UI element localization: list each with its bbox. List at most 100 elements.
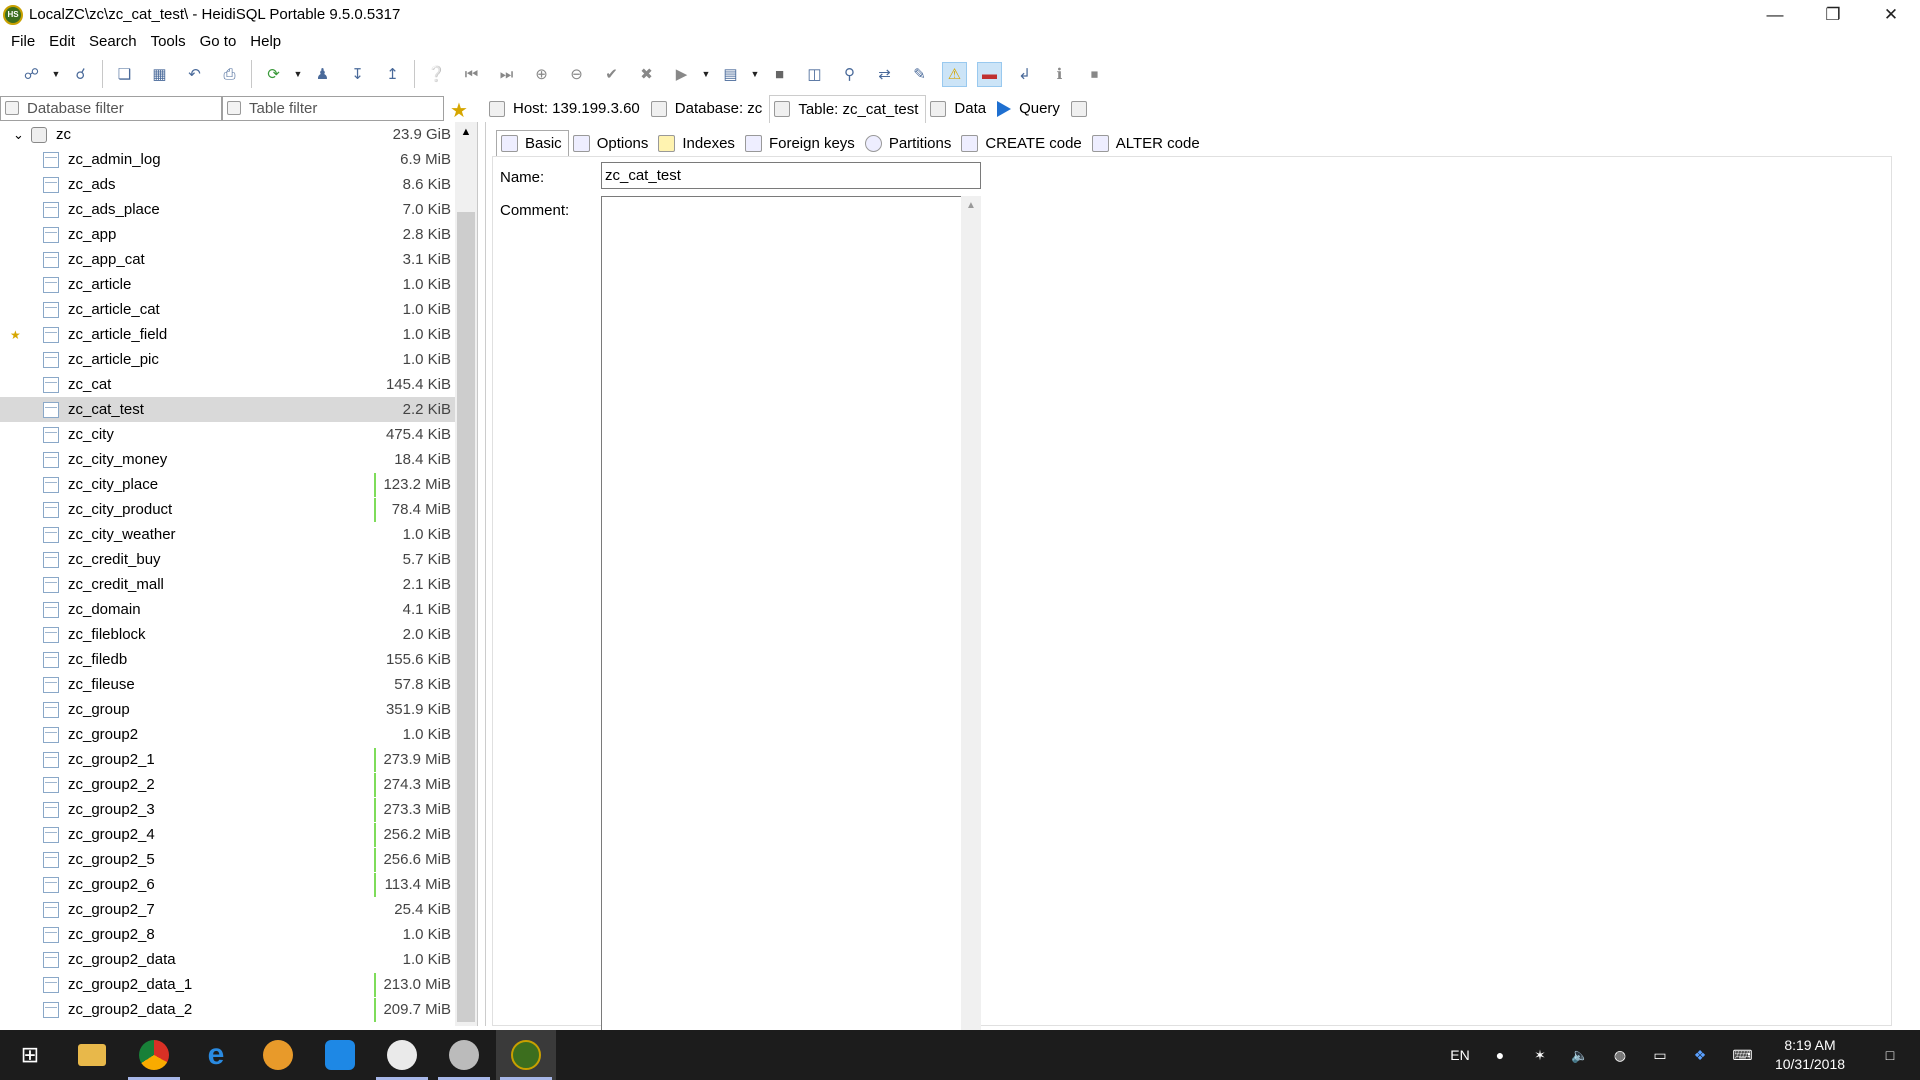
bluetooth-tray-icon[interactable]: ❖: [1685, 1030, 1715, 1080]
tab-indexes[interactable]: Indexes: [654, 130, 741, 156]
help-icon[interactable]: ❔: [424, 62, 449, 87]
stop-process-icon[interactable]: ⏹: [1082, 62, 1107, 87]
table-row[interactable]: zc_group2_6 113.4 MiB: [0, 872, 455, 897]
favorites-star-icon[interactable]: ★: [450, 98, 468, 123]
table-row[interactable]: zc_group2_2 274.3 MiB: [0, 772, 455, 797]
tab-table[interactable]: Table: zc_cat_test: [769, 94, 927, 123]
table-row[interactable]: zc_group2_8 1.0 KiB: [0, 922, 455, 947]
table-row[interactable]: zc_article_cat 1.0 KiB: [0, 297, 455, 322]
database-tree[interactable]: ⌄ zc 23.9 GiB zc_admin_log 6.9 MiB zc_ads 8…: [0, 122, 478, 1026]
table-row[interactable]: zc_app 2.8 KiB: [0, 222, 455, 247]
table-row[interactable]: zc_credit_mall 2.1 KiB: [0, 572, 455, 597]
disconnect-icon[interactable]: ☌: [68, 62, 93, 87]
import-icon[interactable]: ↧: [345, 62, 370, 87]
table-row[interactable]: zc_credit_buy 5.7 KiB: [0, 547, 455, 572]
warnings-icon[interactable]: ⚠: [942, 61, 967, 87]
taskbar-clock[interactable]: 8:19 AM 10/31/2018: [1760, 1030, 1860, 1080]
favorite-star-icon[interactable]: ★: [10, 328, 21, 342]
tree-scrollbar[interactable]: ▲: [455, 122, 477, 1026]
heidisql-app-icon[interactable]: HS: [3, 4, 23, 25]
taskbar-app[interactable]: [248, 1030, 308, 1080]
last-record-icon[interactable]: ⏭: [494, 62, 519, 87]
table-row[interactable]: ★ zc_article_field 1.0 KiB: [0, 322, 455, 347]
close-button[interactable]: ✕: [1862, 0, 1920, 29]
table-row[interactable]: zc_filedb 155.6 KiB: [0, 647, 455, 672]
table-row[interactable]: zc_city_weather 1.0 KiB: [0, 522, 455, 547]
tab-host[interactable]: Host: 139.199.3.60: [485, 95, 647, 123]
table-row[interactable]: zc_ads 8.6 KiB: [0, 172, 455, 197]
menu-file[interactable]: File: [4, 33, 42, 50]
table-row[interactable]: zc_article 1.0 KiB: [0, 272, 455, 297]
undo-icon[interactable]: ↶: [182, 62, 207, 87]
table-row[interactable]: zc_group2_5 256.6 MiB: [0, 847, 455, 872]
stop-on-errors-icon[interactable]: ▬: [977, 61, 1002, 87]
tab-partitions[interactable]: Partitions: [861, 130, 958, 156]
taskbar-tasks[interactable]: [310, 1030, 370, 1080]
tab-data[interactable]: Data: [926, 95, 993, 123]
session-dropdown-icon[interactable]: ▼: [51, 62, 61, 87]
tab-foreign-keys[interactable]: Foreign keys: [741, 130, 861, 156]
wrap-lines-icon[interactable]: ↲: [1012, 62, 1037, 87]
scroll-thumb[interactable]: [457, 212, 475, 1022]
table-row[interactable]: zc_fileblock 2.0 KiB: [0, 622, 455, 647]
taskbar-app-2[interactable]: [434, 1030, 494, 1080]
taskbar-wechat[interactable]: [372, 1030, 432, 1080]
paste-icon[interactable]: ▦: [147, 62, 172, 87]
start-button[interactable]: ⊞: [0, 1030, 60, 1080]
menu-tools[interactable]: Tools: [144, 33, 193, 50]
tab-alter-code[interactable]: ALTER code: [1088, 130, 1206, 156]
tab-basic[interactable]: Basic: [496, 130, 569, 156]
menu-search[interactable]: Search: [82, 33, 144, 50]
print-icon[interactable]: ⎙: [217, 62, 242, 87]
table-row[interactable]: zc_group2_data_2 209.7 MiB: [0, 997, 455, 1022]
taskbar-chrome[interactable]: [124, 1030, 184, 1080]
refresh-dropdown-icon[interactable]: ▼: [293, 62, 303, 87]
action-center-button[interactable]: □: [1865, 1030, 1915, 1080]
database-node[interactable]: ⌄ zc 23.9 GiB: [0, 122, 455, 147]
insert-record-icon[interactable]: ⊕: [529, 62, 554, 87]
scroll-up-icon[interactable]: ▲: [455, 126, 477, 138]
battery-tray-icon[interactable]: ▭: [1645, 1030, 1675, 1080]
tab-options[interactable]: Options: [569, 130, 655, 156]
table-row[interactable]: zc_group2_data_1 213.0 MiB: [0, 972, 455, 997]
table-row[interactable]: zc_fileuse 57.8 KiB: [0, 672, 455, 697]
table-row[interactable]: zc_group2_3 273.3 MiB: [0, 797, 455, 822]
stop-icon[interactable]: ■: [767, 62, 792, 87]
execute-icon[interactable]: ▶: [669, 62, 694, 87]
table-row[interactable]: zc_cat_test 2.2 KiB: [0, 397, 455, 422]
table-row[interactable]: zc_group2_1 273.9 MiB: [0, 747, 455, 772]
query-tools-icon[interactable]: ▤: [718, 62, 743, 87]
language-indicator[interactable]: EN: [1440, 1030, 1480, 1080]
find-icon[interactable]: ⚲: [837, 62, 862, 87]
table-row[interactable]: zc_app_cat 3.1 KiB: [0, 247, 455, 272]
table-row[interactable]: zc_city 475.4 KiB: [0, 422, 455, 447]
collapse-chevron-icon[interactable]: ⌄: [13, 127, 24, 143]
app-tray-icon[interactable]: ✶: [1525, 1030, 1555, 1080]
copy-icon[interactable]: ❏: [112, 62, 137, 87]
table-row[interactable]: zc_group 351.9 KiB: [0, 697, 455, 722]
comment-textarea[interactable]: [601, 196, 981, 1036]
cancel-icon[interactable]: ✖: [634, 62, 659, 87]
table-row[interactable]: zc_city_money 18.4 KiB: [0, 447, 455, 472]
menu-go-to[interactable]: Go to: [193, 33, 244, 50]
table-row[interactable]: zc_city_product 78.4 MiB: [0, 497, 455, 522]
table-filter-input[interactable]: Table filter: [222, 95, 444, 121]
table-row[interactable]: zc_article_pic 1.0 KiB: [0, 347, 455, 372]
replace-icon[interactable]: ⇄: [872, 62, 897, 87]
database-filter-input[interactable]: Database filter: [0, 95, 222, 121]
table-row[interactable]: zc_admin_log 6.9 MiB: [0, 147, 455, 172]
table-row[interactable]: zc_cat 145.4 KiB: [0, 372, 455, 397]
restore-button[interactable]: ❐: [1804, 0, 1862, 29]
table-row[interactable]: zc_city_place 123.2 MiB: [0, 472, 455, 497]
user-manager-icon[interactable]: ♟: [310, 62, 335, 87]
execute-dropdown-icon[interactable]: ▼: [701, 62, 711, 87]
first-record-icon[interactable]: ⏮: [459, 62, 484, 87]
table-row[interactable]: zc_group2_4 256.2 MiB: [0, 822, 455, 847]
volume-tray-icon[interactable]: 🔈: [1565, 1030, 1595, 1080]
refresh-icon[interactable]: ⟳: [261, 62, 286, 87]
tab-create-code[interactable]: CREATE code: [957, 130, 1087, 156]
menu-help[interactable]: Help: [243, 33, 288, 50]
format-icon[interactable]: ✎: [907, 62, 932, 87]
tab-database[interactable]: Database: zc: [647, 95, 770, 123]
minimize-button[interactable]: —: [1746, 0, 1804, 29]
